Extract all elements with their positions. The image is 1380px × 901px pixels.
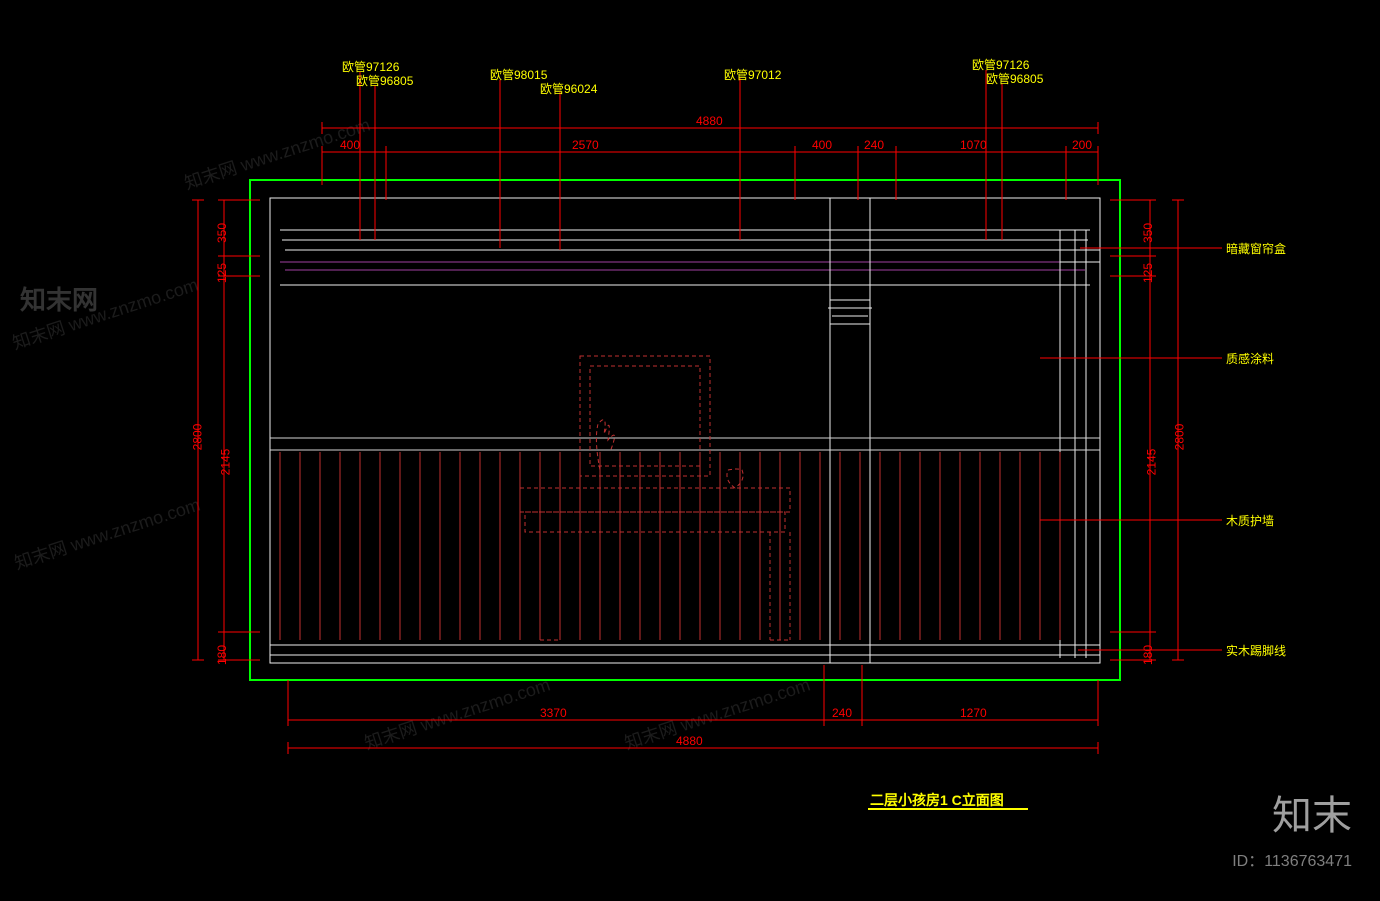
- dim-value: 350: [1141, 223, 1155, 243]
- dim-value: 125: [1141, 263, 1155, 283]
- dim-value: 180: [1141, 645, 1155, 665]
- cad-elevation-drawing: 知末网 www.znzmo.com 知末网 www.znzmo.com 知末网 …: [0, 0, 1380, 901]
- drawing-title: 二层小孩房1 C立面图: [870, 790, 1004, 810]
- dim-value: 2145: [1144, 449, 1158, 476]
- callout-label: 欧管97012: [724, 66, 781, 83]
- material-label: 木质护墙: [1226, 512, 1274, 529]
- material-label: 实木踢脚线: [1226, 642, 1286, 659]
- asset-id: ID：1136763471: [1232, 847, 1352, 871]
- callout-label: 欧管96805: [356, 72, 413, 89]
- callout-label: 欧管96805: [986, 70, 1043, 87]
- dim-value: 4880: [696, 114, 723, 128]
- dim-value: 400: [812, 138, 832, 152]
- dim-value: 125: [215, 263, 229, 283]
- dim-value: 1270: [960, 706, 987, 720]
- dim-value: 350: [215, 223, 229, 243]
- dim-value: 240: [832, 706, 852, 720]
- dim-value: 3370: [540, 706, 567, 720]
- dim-value: 1070: [960, 138, 987, 152]
- material-label: 质感涂料: [1226, 350, 1274, 367]
- dim-value: 2570: [572, 138, 599, 152]
- dim-value: 240: [864, 138, 884, 152]
- dim-value: 400: [340, 138, 360, 152]
- material-label: 暗藏窗帘盒: [1226, 240, 1286, 257]
- dim-value: 200: [1072, 138, 1092, 152]
- dim-value: 4880: [676, 734, 703, 748]
- dim-value: 2145: [218, 449, 232, 476]
- title-underline: [868, 808, 1028, 810]
- brand-text: 知末: [1272, 783, 1352, 841]
- dim-value: 2800: [1172, 424, 1186, 451]
- drawing-svg: [0, 0, 1380, 901]
- dim-value: 180: [215, 645, 229, 665]
- dim-value: 2800: [190, 424, 204, 451]
- callout-label: 欧管98015: [490, 66, 547, 83]
- callout-label: 欧管96024: [540, 80, 597, 97]
